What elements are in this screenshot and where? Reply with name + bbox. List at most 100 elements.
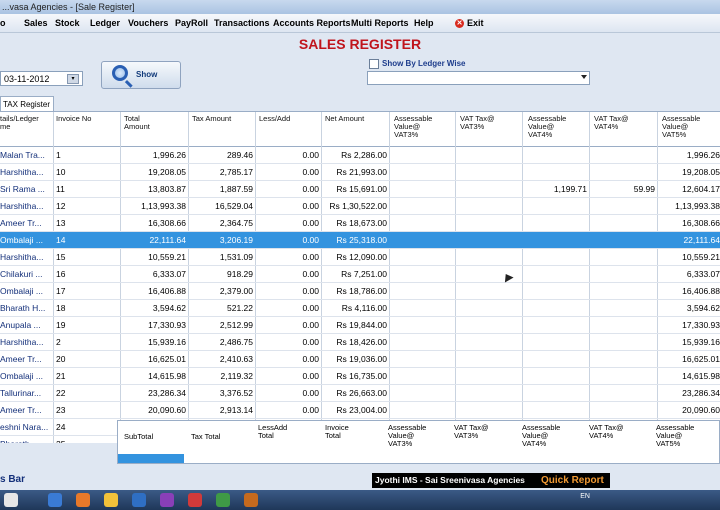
media-icon[interactable] xyxy=(160,493,174,507)
table-cell-inv: 13 xyxy=(56,218,66,228)
chevron-down-icon[interactable] xyxy=(581,75,587,79)
table-row[interactable]: Bharath H... 18 3,594.62 521.22 0.00 Rs 4,116… xyxy=(0,300,720,317)
date-picker[interactable]: 03-11-2012 ▾ xyxy=(0,71,83,86)
ie-icon[interactable] xyxy=(48,493,62,507)
table-cell-net: Rs 15,691.00 xyxy=(336,184,387,194)
column-header-assessable-vat3[interactable]: Assessable Value@ VAT3% xyxy=(394,115,454,139)
table-cell-av5: 6,333.07 xyxy=(686,269,720,279)
table-cell-tax: 2,785.17 xyxy=(219,167,253,177)
table-cell-tax: 918.29 xyxy=(227,269,253,279)
ledger-select[interactable] xyxy=(367,71,590,85)
table-cell-name: Harshitha... xyxy=(0,337,44,347)
table-cell-tax: 521.22 xyxy=(227,303,253,313)
menu-bar: o Sales Stock Ledger Vouchers PayRoll Tr… xyxy=(0,14,720,33)
table-cell-less: 0.00 xyxy=(302,371,319,381)
table-row[interactable]: Ombalaji ... 17 16,406.88 2,379.00 0.00 Rs 18… xyxy=(0,283,720,300)
table-cell-inv: 20 xyxy=(56,354,66,364)
column-header-invoice-no[interactable]: Invoice No xyxy=(56,115,116,123)
show-button[interactable]: Show xyxy=(101,61,181,89)
exit-label: Exit xyxy=(467,18,484,28)
table-cell-name: Harshitha... xyxy=(0,252,44,262)
menu-item-accounts-reports[interactable]: Accounts Reports xyxy=(273,14,351,32)
app-icon[interactable] xyxy=(216,493,230,507)
ledger-wise-checkbox[interactable]: Show By Ledger Wise xyxy=(369,59,466,69)
page-title: SALES REGISTER xyxy=(298,36,422,52)
app-icon[interactable] xyxy=(188,493,202,507)
column-header-tax-amount[interactable]: Tax Amount xyxy=(192,115,252,123)
summary-header-vat-tax-vat4: VAT Tax@ VAT4% xyxy=(589,423,624,440)
calendar-icon[interactable]: ▾ xyxy=(67,74,79,84)
app-icon[interactable] xyxy=(244,493,258,507)
start-icon[interactable] xyxy=(4,493,18,507)
table-row[interactable]: Ombalaji ... 14 22,111.64 3,206.19 0.00 Rs 25… xyxy=(0,232,720,249)
table-cell-total: 3,594.62 xyxy=(152,303,186,313)
menu-item-ledger[interactable]: Ledger xyxy=(90,14,120,32)
window-title: ...vasa Agencies - [Sale Register] xyxy=(0,0,720,14)
app-name-label: Jyothi IMS - Sai Sreenivasa Agencies xyxy=(372,473,538,488)
table-cell-net: Rs 23,004.00 xyxy=(336,405,387,415)
table-cell-tax: 2,364.75 xyxy=(219,218,253,228)
menu-item-transactions[interactable]: Transactions xyxy=(214,14,270,32)
table-cell-inv: 22 xyxy=(56,388,66,398)
table-cell-av5: 10,559.21 xyxy=(682,252,720,262)
table-cell-less: 0.00 xyxy=(302,388,319,398)
table-cell-inv: 23 xyxy=(56,405,66,415)
table-cell-name: Ombalaji ... xyxy=(0,286,43,296)
menu-item-vouchers[interactable]: Vouchers xyxy=(128,14,168,32)
table-row[interactable]: Harshitha... 10 19,208.05 2,785.17 0.00 Rs 21… xyxy=(0,164,720,181)
table-cell-name: Harshitha... xyxy=(0,167,44,177)
menu-item-stock[interactable]: Stock xyxy=(55,14,80,32)
taskbar: EN xyxy=(0,490,720,510)
table-row[interactable]: Harshitha... 12 1,13,993.38 16,529.04 0.00 Rs… xyxy=(0,198,720,215)
exit-button[interactable]: ✕ Exit xyxy=(455,14,484,32)
table-row[interactable]: Malan Tra... 1 1,996.26 289.46 0.00 Rs 2,286.… xyxy=(0,147,720,164)
table-row[interactable]: Ameer Tr... 23 20,090.60 2,913.14 0.00 Rs 23,… xyxy=(0,402,720,419)
checkbox-icon[interactable] xyxy=(369,59,379,69)
grid-header: tails/Ledger me Invoice No Total Amount … xyxy=(0,112,720,147)
table-row[interactable]: Anupala ... 19 17,330.93 2,512.99 0.00 Rs 19,… xyxy=(0,317,720,334)
table-cell-net: Rs 19,844.00 xyxy=(336,320,387,330)
menu-item-multi-reports[interactable]: Multi Reports xyxy=(351,14,409,32)
menu-item-help[interactable]: Help xyxy=(414,14,434,32)
menu-item-first[interactable]: o xyxy=(0,14,6,32)
column-header-assessable-vat5[interactable]: Assessable Value@ VAT5% xyxy=(662,115,720,139)
table-row[interactable]: Chilakuri ... 16 6,333.07 918.29 0.00 Rs 7,25… xyxy=(0,266,720,283)
column-header-total-amount[interactable]: Total Amount xyxy=(124,115,184,131)
table-row[interactable]: Harshitha... 2 15,939.16 2,486.75 0.00 Rs 18,… xyxy=(0,334,720,351)
column-header-vat-tax-vat4[interactable]: VAT Tax@ VAT4% xyxy=(594,115,654,131)
app-icon[interactable] xyxy=(132,493,146,507)
column-header-vat-tax-vat3[interactable]: VAT Tax@ VAT3% xyxy=(460,115,520,131)
table-cell-less: 0.00 xyxy=(302,201,319,211)
table-cell-tax: 2,913.14 xyxy=(219,405,253,415)
table-cell-total: 19,208.05 xyxy=(148,167,186,177)
table-cell-av5: 16,406.88 xyxy=(682,286,720,296)
table-row[interactable]: Ombalaji ... 21 14,615.98 2,119.32 0.00 Rs 16… xyxy=(0,368,720,385)
column-header-less-add[interactable]: Less/Add xyxy=(259,115,319,123)
column-header-ledger[interactable]: tails/Ledger me xyxy=(0,115,52,131)
table-cell-name: Chilakuri ... xyxy=(0,269,43,279)
tab-tax-register[interactable]: TAX Register xyxy=(0,96,54,111)
table-cell-inv: 24 xyxy=(56,422,66,432)
table-cell-name: Ameer Tr... xyxy=(0,218,42,228)
column-header-net-amount[interactable]: Net Amount xyxy=(325,115,385,123)
menu-item-payroll[interactable]: PayRoll xyxy=(175,14,208,32)
language-indicator[interactable]: EN xyxy=(580,493,590,507)
sales-register-grid[interactable]: tails/Ledger me Invoice No Total Amount … xyxy=(0,111,720,443)
table-cell-less: 0.00 xyxy=(302,354,319,364)
firefox-icon[interactable] xyxy=(76,493,90,507)
table-cell-av5: 19,208.05 xyxy=(682,167,720,177)
folder-icon[interactable] xyxy=(104,493,118,507)
table-row[interactable]: Tallurinar... 22 23,286.34 3,376.52 0.00 Rs 2… xyxy=(0,385,720,402)
menu-item-sales[interactable]: Sales xyxy=(24,14,48,32)
table-cell-total: 23,286.34 xyxy=(148,388,186,398)
table-cell-net: Rs 16,735.00 xyxy=(336,371,387,381)
summary-header-assessable-vat3: Assessable Value@ VAT3% xyxy=(388,423,427,448)
table-cell-av5: 16,308.66 xyxy=(682,218,720,228)
table-row[interactable]: Ameer Tr... 13 16,308.66 2,364.75 0.00 Rs 18,… xyxy=(0,215,720,232)
quick-report-button[interactable]: Quick Report xyxy=(538,473,610,488)
table-row[interactable]: Ameer Tr... 20 16,625.01 2,410.63 0.00 Rs 19,… xyxy=(0,351,720,368)
table-row[interactable]: Sri Rama ... 11 13,803.87 1,887.59 0.00 Rs 15… xyxy=(0,181,720,198)
column-header-assessable-vat4[interactable]: Assessable Value@ VAT4% xyxy=(528,115,588,139)
table-cell-total: 1,996.26 xyxy=(152,150,186,160)
table-row[interactable]: Harshitha... 15 10,559.21 1,531.09 0.00 Rs 12… xyxy=(0,249,720,266)
